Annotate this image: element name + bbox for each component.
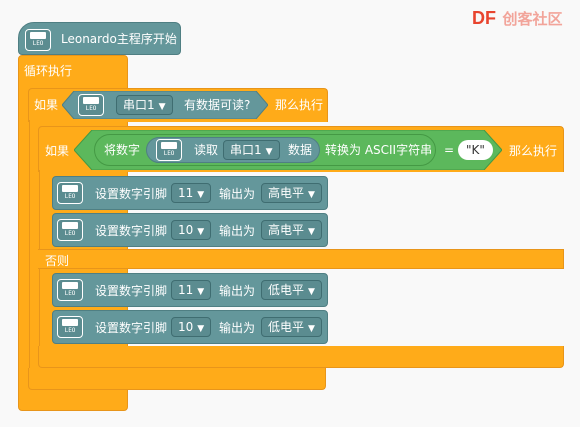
level-dropdown[interactable]: 低电平 ▼ [261,280,322,300]
hat-label: Leonardo主程序开始 [61,32,177,46]
leonardo-board-icon: LEO [57,316,83,338]
inner-if-label: 如果 [45,144,70,158]
read-label: 读取 [194,143,219,157]
level-dropdown[interactable]: 高电平 ▼ [261,183,322,203]
else-label: 否则 [45,254,70,268]
equals-sign: = [444,143,455,157]
set-pin-label: 设置数字引脚 [95,187,168,201]
set-digital-pin-block[interactable]: LEO 设置数字引脚 10 ▼ 输出为 高电平 ▼ [52,213,328,247]
set-pin-label: 设置数字引脚 [95,321,168,335]
df-logo-suffix: 创客社区 [502,11,563,28]
serial-available-text: 有数据可读? [184,98,251,112]
leonardo-board-icon: LEO [57,219,83,241]
level-dropdown[interactable]: 低电平 ▼ [261,317,322,337]
serial-port-dropdown[interactable]: 串口1 ▼ [223,140,280,160]
set-digital-pin-block[interactable]: LEO 设置数字引脚 11 ▼ 输出为 低电平 ▼ [52,273,328,307]
to-ascii-label: 转换为 ASCII字符串 [325,143,433,157]
forever-label: 循环执行 [24,64,73,78]
compare-string-input[interactable]: "K" [458,140,493,160]
output-as-label: 输出为 [219,224,256,238]
convert-number-label: 将数字 [104,143,141,157]
df-logo: DF 创客社区 [472,8,562,29]
data-label: 数据 [288,143,313,157]
output-as-label: 输出为 [219,187,256,201]
set-pin-label: 设置数字引脚 [95,224,168,238]
leonardo-board-icon: LEO [78,94,104,116]
if-else-bottom [38,346,564,368]
leonardo-board-icon: LEO [25,29,51,51]
level-dropdown[interactable]: 高电平 ▼ [261,220,322,240]
inner-then-label: 那么执行 [509,144,558,158]
df-logo-brand: DF [472,8,496,28]
pin-dropdown[interactable]: 10 ▼ [171,317,212,337]
leonardo-main-hat-block[interactable]: LEO Leonardo主程序开始 [18,22,181,55]
outer-then-label: 那么执行 [275,98,324,112]
leonardo-board-icon: LEO [156,139,182,161]
pin-dropdown[interactable]: 11 ▼ [171,183,212,203]
set-digital-pin-block[interactable]: LEO 设置数字引脚 10 ▼ 输出为 低电平 ▼ [52,310,328,344]
else-section [38,249,564,269]
leonardo-board-icon: LEO [57,182,83,204]
output-as-label: 输出为 [219,321,256,335]
outer-if-label: 如果 [34,98,59,112]
pin-dropdown[interactable]: 11 ▼ [171,280,212,300]
leonardo-board-icon: LEO [57,279,83,301]
set-pin-label: 设置数字引脚 [95,284,168,298]
output-as-label: 输出为 [219,284,256,298]
pin-dropdown[interactable]: 10 ▼ [171,220,212,240]
serial-port-dropdown[interactable]: 串口1 ▼ [116,95,173,115]
set-digital-pin-block[interactable]: LEO 设置数字引脚 11 ▼ 输出为 高电平 ▼ [52,176,328,210]
if-serial-available-bottom [28,368,326,390]
